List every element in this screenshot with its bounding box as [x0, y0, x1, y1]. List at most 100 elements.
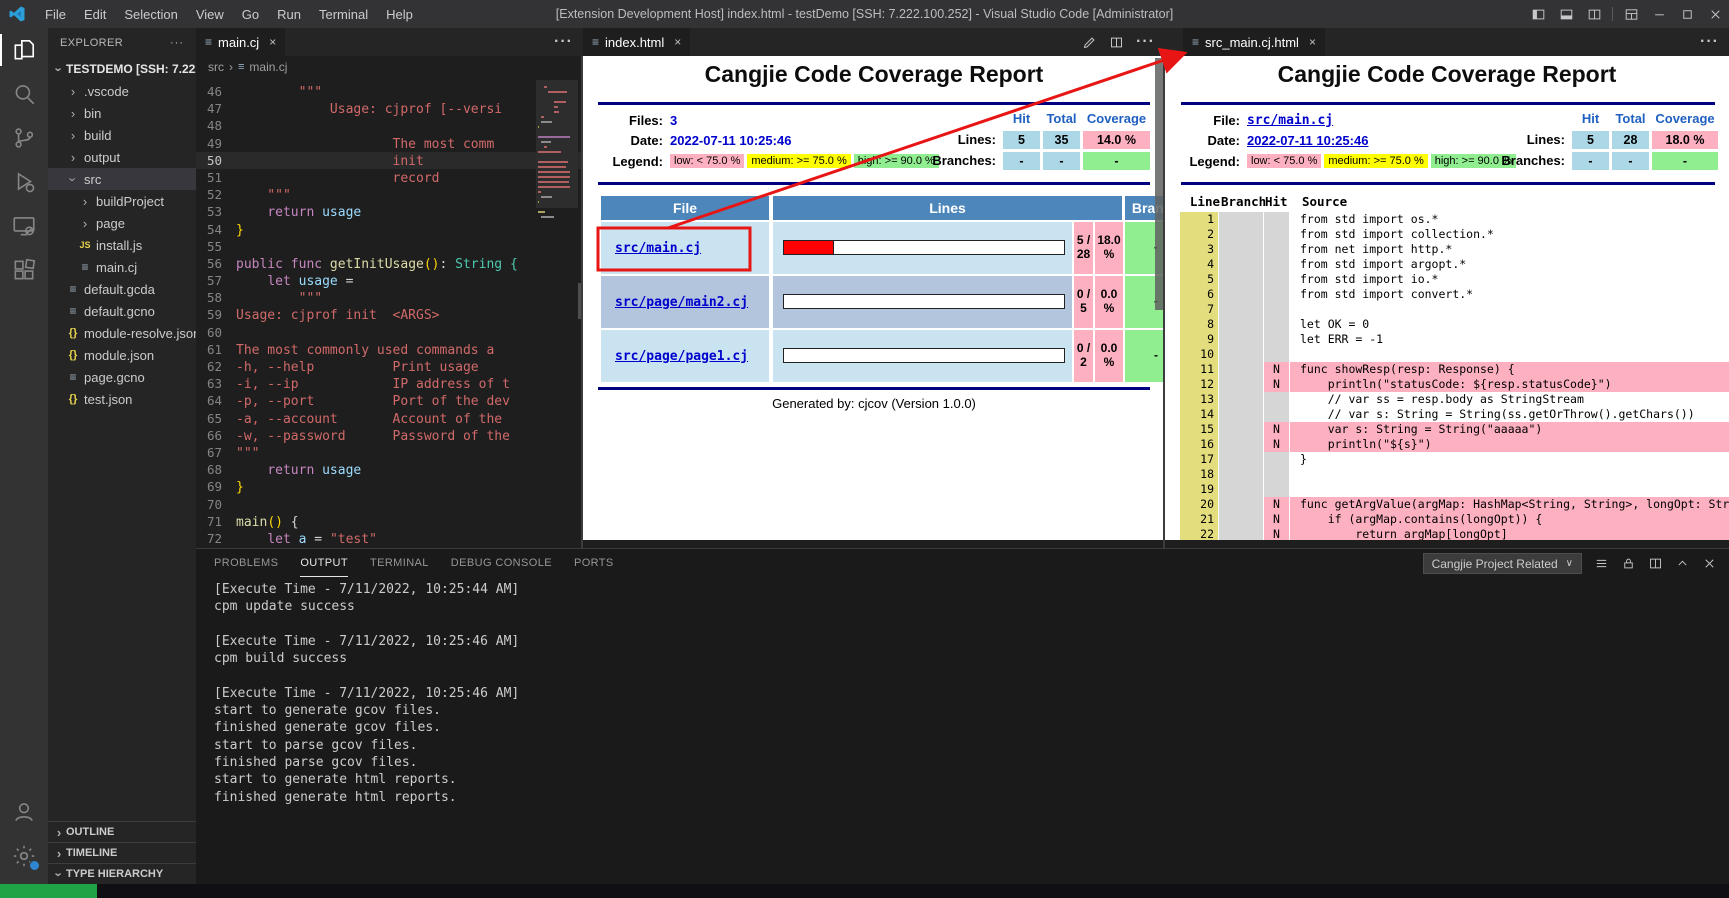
minimap-line — [538, 151, 561, 153]
remote-indicator[interactable] — [0, 884, 97, 898]
file-link[interactable]: src/page/page1.cj — [615, 349, 748, 364]
minimap-slider[interactable] — [536, 80, 578, 208]
line-number: 52 — [196, 186, 236, 203]
menu-terminal[interactable]: Terminal — [310, 0, 377, 28]
remote-explorer-icon[interactable] — [0, 204, 48, 248]
explorer-more-icon[interactable]: ··· — [170, 37, 184, 49]
explorer-icon[interactable] — [0, 28, 48, 72]
output-channel-select[interactable]: Cangjie Project Related ∨ — [1423, 553, 1582, 574]
tree-item-buildproject[interactable]: ›buildProject — [48, 190, 196, 212]
split-editor-icon[interactable] — [1109, 35, 1124, 50]
chevron-right-icon: › — [66, 129, 80, 142]
tree-item-test-json[interactable]: {}test.json — [48, 388, 196, 410]
split-panel-icon[interactable] — [1648, 556, 1663, 571]
pane-divider[interactable] — [581, 56, 583, 548]
layout-customize-icon[interactable] — [1617, 0, 1645, 28]
code-editor[interactable]: 46 """47 Usage: cjprof [--versi48 49 The… — [196, 78, 583, 548]
panel-tab-terminal[interactable]: TERMINAL — [370, 549, 429, 577]
hit-header: Hit — [1003, 110, 1040, 128]
tree-item-module-resolve-json[interactable]: {}module-resolve.json — [48, 322, 196, 344]
sidebar-section-outline[interactable]: ›OUTLINE — [48, 821, 196, 842]
tree-item-default-gcno[interactable]: ≡default.gcno — [48, 300, 196, 322]
output-line: [Execute Time - 7/11/2022, 10:25:46 AM] — [214, 685, 1719, 702]
sidebar-section-timeline[interactable]: ›TIMELINE — [48, 842, 196, 863]
code-line-66: 66-w, --password Password of the — [196, 427, 583, 444]
tree-item-module-json[interactable]: {}module.json — [48, 344, 196, 366]
pane-divider[interactable] — [1163, 56, 1165, 548]
menu-edit[interactable]: Edit — [75, 0, 115, 28]
menu-file[interactable]: File — [36, 0, 75, 28]
tab-main-cj[interactable]: ≡ main.cj × — [196, 28, 285, 56]
clear-output-icon[interactable] — [1594, 556, 1609, 571]
output-log[interactable]: [Execute Time - 7/11/2022, 10:25:44 AM]c… — [214, 581, 1719, 880]
menu-go[interactable]: Go — [233, 0, 268, 28]
lines-label: Lines: — [1487, 131, 1565, 149]
tree-item-build[interactable]: ›build — [48, 124, 196, 146]
tab-index-html[interactable]: ≡ index.html × — [583, 28, 690, 56]
maximize-panel-icon[interactable] — [1675, 556, 1690, 571]
tree-item-bin[interactable]: ›bin — [48, 102, 196, 124]
run-debug-icon[interactable] — [0, 160, 48, 204]
breadcrumb[interactable]: src › ≡ main.cj — [196, 56, 583, 78]
file-link[interactable]: src/main.cj — [615, 241, 701, 256]
menu-view[interactable]: View — [187, 0, 233, 28]
minimize-icon[interactable] — [1645, 0, 1673, 28]
tree-item--vscode[interactable]: ›.vscode — [48, 80, 196, 102]
panel-tab-ports[interactable]: PORTS — [574, 549, 614, 577]
layout-split-icon[interactable] — [1580, 0, 1608, 28]
close-panel-icon[interactable] — [1702, 556, 1717, 571]
listing-source: println("statusCode: ${resp.statusCode}"… — [1290, 377, 1729, 392]
manage-icon[interactable] — [0, 834, 48, 878]
lines-fraction-cell: 0 / 5 — [1074, 276, 1093, 328]
report-footer: Generated by: cjcov (Version 1.0.0) — [583, 396, 1165, 411]
listing-line-number: 5 — [1180, 272, 1218, 287]
more-actions-icon[interactable]: ··· — [1136, 33, 1155, 51]
json-file-icon: {} — [66, 327, 80, 339]
extensions-icon[interactable] — [0, 248, 48, 292]
more-actions-icon[interactable]: ··· — [1700, 33, 1719, 51]
file-link[interactable]: src/page/main2.cj — [615, 295, 748, 310]
tab-src-main-cj-html[interactable]: ≡ src_main.cj.html × — [1183, 28, 1325, 56]
tree-item-src[interactable]: ›src — [48, 168, 196, 190]
line-number: 59 — [196, 306, 236, 323]
close-icon[interactable] — [1701, 0, 1729, 28]
search-icon[interactable] — [0, 72, 48, 116]
minimap[interactable] — [536, 78, 578, 548]
menu-help[interactable]: Help — [377, 0, 422, 28]
lock-scroll-icon[interactable] — [1621, 556, 1636, 571]
file-name-link[interactable]: src/main.cj — [1247, 113, 1333, 128]
close-tab-icon[interactable]: × — [269, 35, 276, 49]
listing-line-number: 16 — [1180, 437, 1218, 452]
maximize-icon[interactable] — [1673, 0, 1701, 28]
tree-item-main-cj[interactable]: ≡main.cj — [48, 256, 196, 278]
panel-tab-debug-console[interactable]: DEBUG CONSOLE — [451, 549, 552, 577]
panel-tab-output[interactable]: OUTPUT — [300, 549, 348, 577]
tree-item-default-gcda[interactable]: ≡default.gcda — [48, 278, 196, 300]
source-control-icon[interactable] — [0, 116, 48, 160]
minimap-line — [538, 161, 568, 163]
edit-icon[interactable] — [1082, 35, 1097, 50]
tree-item-output[interactable]: ›output — [48, 146, 196, 168]
close-tab-icon[interactable]: × — [674, 35, 681, 49]
layout-panel-bottom-icon[interactable] — [1552, 0, 1580, 28]
accounts-icon[interactable] — [0, 790, 48, 834]
tree-item-page-gcno[interactable]: ≡page.gcno — [48, 366, 196, 388]
sidebar-section-type-hierarchy[interactable]: ›TYPE HIERARCHY — [48, 863, 196, 884]
panel-tab-problems[interactable]: PROBLEMS — [214, 549, 278, 577]
branches-total: - — [1612, 152, 1649, 170]
tree-item-page[interactable]: ›page — [48, 212, 196, 234]
output-line: cpm build success — [214, 650, 1719, 667]
group-2-actions: ··· — [1082, 28, 1165, 56]
lines-bar-cell — [773, 330, 1072, 382]
bottom-panel: PROBLEMS OUTPUT TERMINAL DEBUG CONSOLE PORTS… — [196, 548, 1729, 884]
menu-selection[interactable]: Selection — [115, 0, 186, 28]
close-tab-icon[interactable]: × — [1309, 35, 1316, 49]
layout-panel-left-icon[interactable] — [1524, 0, 1552, 28]
editor-actions-more-icon[interactable]: ··· — [554, 33, 573, 51]
menu-run[interactable]: Run — [268, 0, 310, 28]
branches-hit: - — [1572, 152, 1609, 170]
workspace-root[interactable]: › TESTDEMO [SSH: 7.222.10... — [48, 58, 196, 80]
listing-branch-cell — [1219, 257, 1263, 272]
tree-item-install-js[interactable]: JSinstall.js — [48, 234, 196, 256]
listing-row-1: 1from std import os.* — [1165, 212, 1729, 227]
